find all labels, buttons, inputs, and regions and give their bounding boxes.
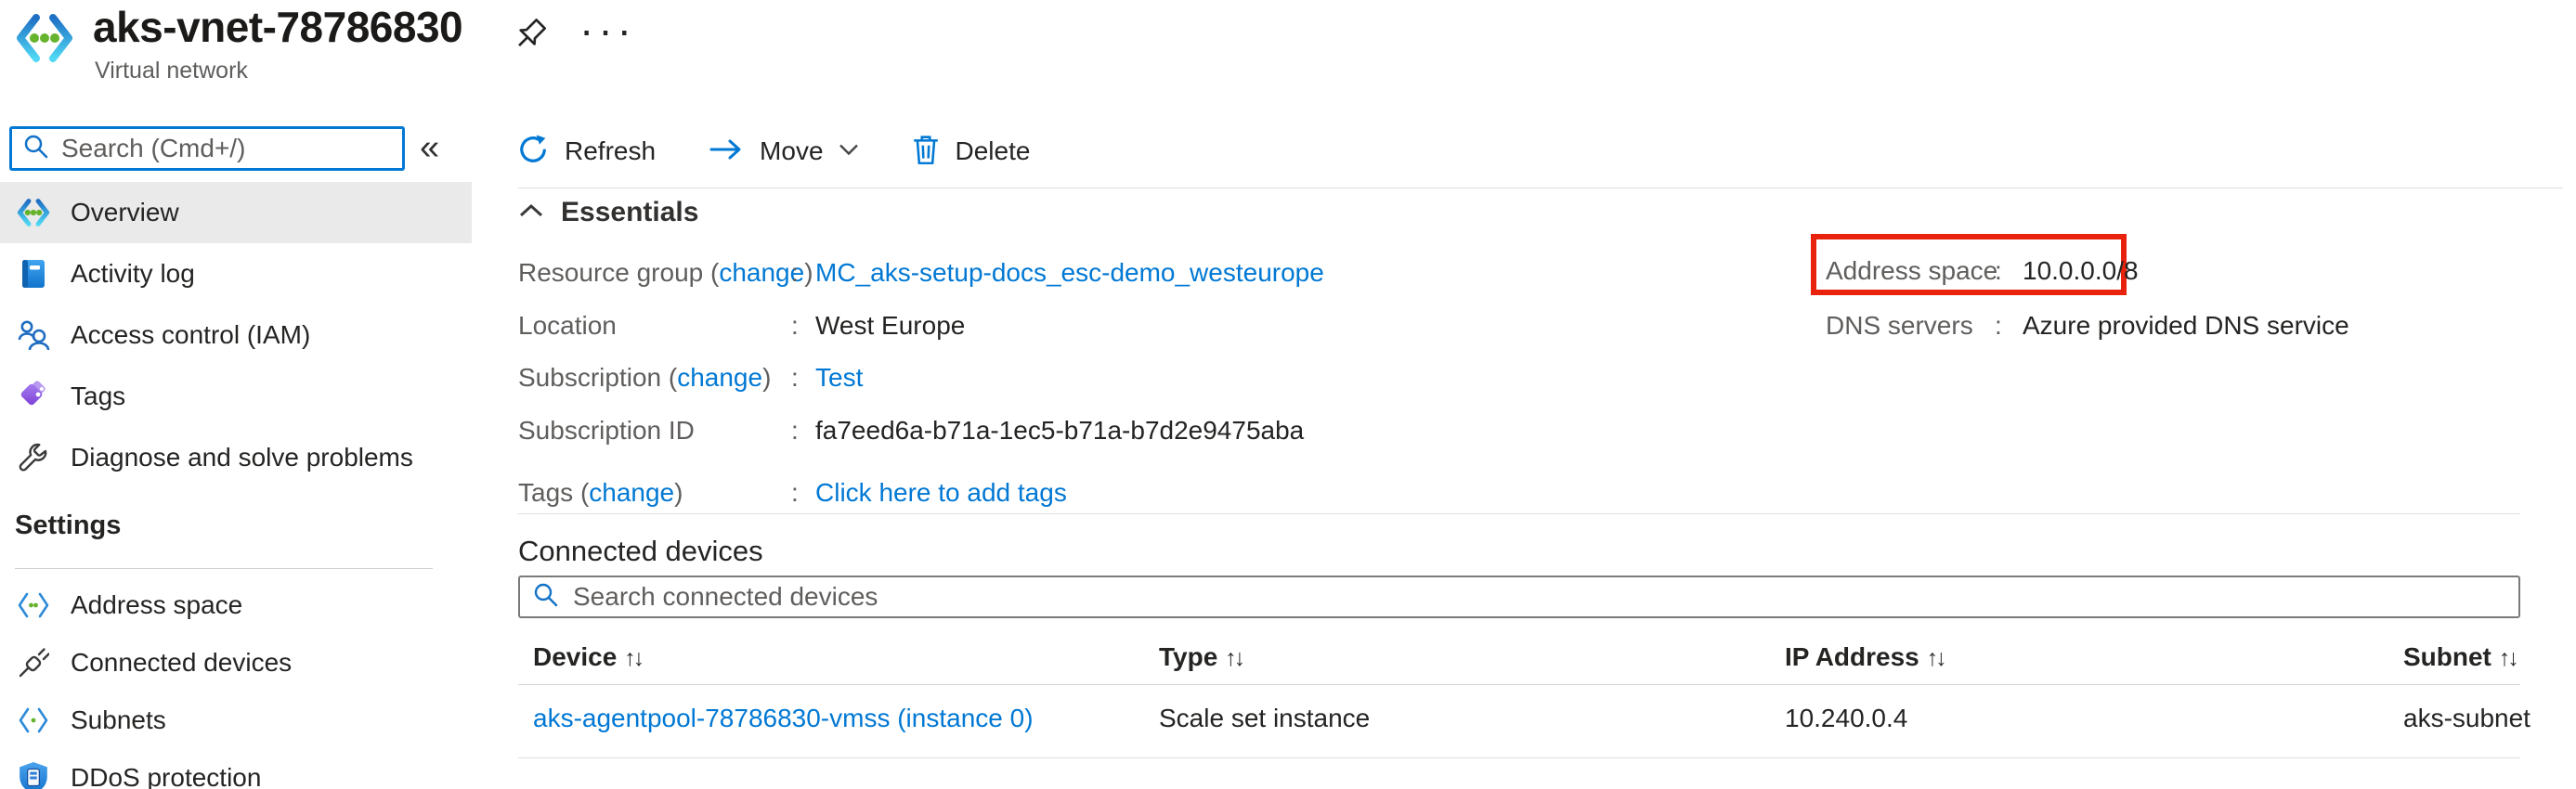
refresh-button[interactable]: Refresh bbox=[518, 135, 656, 169]
move-button[interactable]: Move bbox=[709, 136, 858, 166]
address-space-value: 10.0.0.0/8 bbox=[2023, 256, 2139, 286]
page-title: aks-vnet-78786830 bbox=[93, 2, 462, 52]
activity-log-icon bbox=[15, 258, 52, 290]
dns-servers-value: Azure provided DNS service bbox=[2023, 311, 2349, 341]
essentials-row-address-space: Address space : 10.0.0.0/8 bbox=[1826, 256, 2139, 286]
chevron-up-icon bbox=[518, 202, 544, 224]
column-header-type[interactable]: Type↑↓ bbox=[1159, 642, 1242, 672]
essentials-row-resource-group: Resource group (change) : MC_aks-setup-d… bbox=[518, 258, 1324, 288]
sidebar-item-diagnose[interactable]: Diagnose and solve problems bbox=[0, 427, 472, 488]
essentials-row-tags: Tags (change) : Click here to add tags bbox=[518, 478, 1067, 508]
trash-icon bbox=[913, 135, 939, 169]
sort-icon: ↑↓ bbox=[2499, 645, 2517, 671]
azure-vnet-overview-page: aks-vnet-78786830 Virtual network ··· Se… bbox=[0, 0, 2576, 789]
essentials-row-subscription: Subscription (change) : Test bbox=[518, 363, 863, 393]
field-label: Address space bbox=[1826, 256, 1995, 286]
essentials-row-dns-servers: DNS servers : Azure provided DNS service bbox=[1826, 311, 2349, 341]
field-label: Location bbox=[518, 311, 791, 341]
search-placeholder: Search (Cmd+/) bbox=[61, 134, 245, 163]
plug-icon bbox=[15, 647, 52, 679]
resource-group-link[interactable]: MC_aks-setup-docs_esc-demo_westeurope bbox=[815, 258, 1324, 288]
change-link[interactable]: change bbox=[589, 478, 674, 507]
column-header-device[interactable]: Device↑↓ bbox=[533, 642, 642, 672]
field-label: DNS servers bbox=[1826, 311, 1995, 341]
divider bbox=[518, 513, 2520, 514]
sort-icon: ↑↓ bbox=[1927, 645, 1945, 671]
add-tags-link[interactable]: Click here to add tags bbox=[815, 478, 1067, 508]
virtual-network-icon bbox=[15, 11, 74, 70]
more-options-button[interactable]: ··· bbox=[579, 2, 636, 58]
sidebar-search-input[interactable]: Search (Cmd+/) bbox=[9, 126, 405, 171]
search-icon bbox=[23, 134, 48, 163]
device-ip: 10.240.0.4 bbox=[1785, 704, 1907, 733]
sort-icon: ↑↓ bbox=[1225, 645, 1242, 671]
sidebar-settings-header: Settings bbox=[0, 488, 472, 555]
sidebar-collapse-button[interactable]: « bbox=[420, 128, 439, 168]
search-icon bbox=[533, 582, 558, 612]
table-row: aks-agentpool-78786830-vmss (instance 0)… bbox=[518, 704, 2520, 756]
device-subnet: aks-subnet bbox=[2403, 704, 2530, 733]
command-bar: Refresh Move Delete bbox=[518, 128, 1084, 175]
sidebar-item-connected-devices[interactable]: Connected devices bbox=[0, 634, 472, 692]
access-control-icon bbox=[15, 319, 52, 351]
essentials-row-location: Location : West Europe bbox=[518, 311, 965, 341]
divider bbox=[518, 757, 2520, 758]
sidebar-item-address-space[interactable]: Address space bbox=[0, 576, 472, 634]
field-label: Subscription ID bbox=[518, 416, 791, 446]
sidebar-item-overview[interactable]: Overview bbox=[0, 182, 472, 243]
device-type: Scale set instance bbox=[1159, 704, 1370, 733]
connected-devices-title: Connected devices bbox=[518, 535, 763, 568]
sidebar-item-activity-log[interactable]: Activity log bbox=[0, 243, 472, 304]
field-value: fa7eed6a-b71a-1ec5-b71a-b7d2e9475aba bbox=[815, 416, 1304, 446]
address-space-icon bbox=[15, 592, 52, 618]
tags-icon bbox=[15, 380, 52, 413]
sidebar-item-subnets[interactable]: Subnets bbox=[0, 692, 472, 749]
subscription-link[interactable]: Test bbox=[815, 363, 863, 393]
change-link[interactable]: change bbox=[677, 363, 762, 392]
chevron-down-icon bbox=[839, 143, 859, 161]
field-value: West Europe bbox=[815, 311, 965, 341]
field-label: Tags bbox=[518, 478, 573, 507]
pin-icon[interactable] bbox=[513, 17, 552, 60]
page-subtitle: Virtual network bbox=[95, 58, 248, 84]
virtual-network-icon bbox=[15, 198, 52, 227]
column-header-subnet[interactable]: Subnet↑↓ bbox=[2403, 642, 2517, 672]
wrench-icon bbox=[15, 442, 52, 473]
field-label: Resource group bbox=[518, 258, 703, 287]
essentials-row-subscription-id: Subscription ID : fa7eed6a-b71a-1ec5-b71… bbox=[518, 416, 1304, 446]
sidebar-nav: Overview Activity log bbox=[0, 182, 472, 789]
table-header: Device↑↓ Type↑↓ IP Address↑↓ Subnet↑↓ bbox=[518, 642, 2520, 683]
subnet-icon bbox=[15, 707, 52, 733]
sidebar-item-ddos-protection[interactable]: DDoS protection bbox=[0, 749, 472, 789]
sort-icon: ↑↓ bbox=[624, 645, 642, 671]
shield-server-icon bbox=[15, 761, 52, 789]
search-placeholder: Search connected devices bbox=[573, 582, 878, 612]
sidebar-item-tags[interactable]: Tags bbox=[0, 366, 472, 427]
refresh-icon bbox=[518, 135, 548, 169]
divider bbox=[15, 568, 433, 569]
device-link[interactable]: aks-agentpool-78786830-vmss (instance 0) bbox=[533, 704, 1034, 733]
field-label: Subscription bbox=[518, 363, 661, 392]
essentials-toggle[interactable]: Essentials bbox=[518, 197, 698, 228]
delete-button[interactable]: Delete bbox=[913, 135, 1031, 169]
sidebar-item-access-control[interactable]: Access control (IAM) bbox=[0, 304, 472, 366]
connected-devices-search-input[interactable]: Search connected devices bbox=[518, 576, 2520, 618]
column-header-ip-address[interactable]: IP Address↑↓ bbox=[1785, 642, 1945, 672]
move-arrow-icon bbox=[709, 137, 743, 166]
divider bbox=[518, 684, 2520, 685]
